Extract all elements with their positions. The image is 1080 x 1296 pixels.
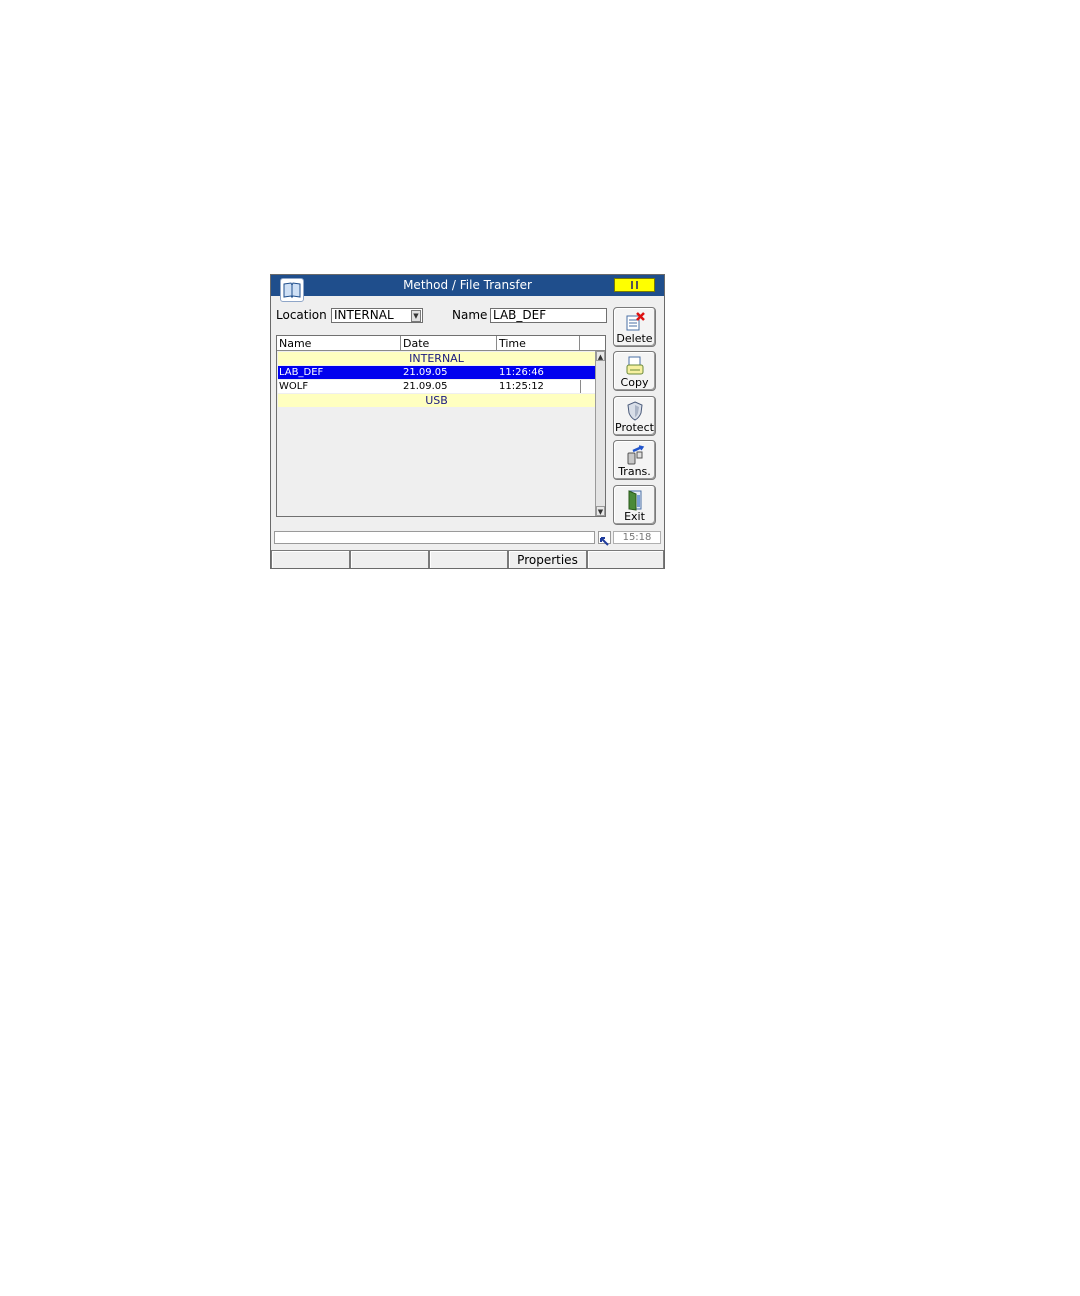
softkey-1[interactable] — [271, 550, 350, 568]
pen-icon[interactable] — [598, 531, 611, 546]
location-label: Location — [276, 308, 327, 322]
softkey-5[interactable] — [587, 550, 664, 568]
scroll-down-icon[interactable]: ▼ — [596, 506, 605, 516]
title-bar: Method / File Transfer — [271, 275, 664, 296]
scroll-up-icon[interactable]: ▲ — [596, 351, 605, 361]
vertical-scrollbar[interactable]: ▲ ▼ — [595, 351, 605, 516]
transfer-button[interactable]: Trans. — [613, 440, 656, 480]
cell-name: LAB_DEF — [279, 367, 324, 378]
cell-name: WOLF — [279, 381, 309, 392]
table-row[interactable]: WOLF 21.09.05 11:25:12 — [278, 380, 595, 393]
properties-button[interactable]: Properties — [508, 550, 587, 568]
name-label: Name — [452, 308, 488, 322]
cell-time: 11:26:46 — [499, 367, 544, 378]
protect-label: Protect — [615, 421, 654, 434]
exit-label: Exit — [624, 510, 645, 523]
method-file-transfer-screen: Method / File Transfer Location INTERNAL… — [270, 274, 665, 569]
group-row-usb[interactable]: USB — [278, 394, 595, 407]
protect-button[interactable]: Protect — [613, 396, 656, 436]
column-header-name[interactable]: Name — [277, 336, 401, 350]
cell-time: 11:25:12 — [499, 381, 544, 392]
cell-date: 21.09.05 — [403, 367, 448, 378]
column-divider — [580, 380, 581, 393]
transfer-label: Trans. — [618, 465, 651, 478]
window-title: Method / File Transfer — [403, 278, 532, 292]
copy-button[interactable]: Copy — [613, 351, 656, 391]
transfer-icon — [627, 445, 645, 465]
exit-door-icon — [628, 490, 642, 511]
name-field[interactable]: LAB_DEF — [490, 308, 607, 323]
clock: 15:18 — [613, 531, 661, 544]
chevron-down-icon[interactable]: ▼ — [411, 310, 421, 322]
book-icon[interactable] — [280, 278, 304, 302]
shield-icon — [627, 401, 643, 421]
copy-label: Copy — [620, 376, 649, 389]
copy-icon — [626, 356, 644, 375]
location-select[interactable]: INTERNAL ▼ — [331, 308, 423, 323]
list-header: Name Date Time — [277, 336, 605, 351]
group-row-internal[interactable]: INTERNAL — [278, 352, 595, 365]
status-indicator — [614, 278, 655, 292]
column-header-date[interactable]: Date — [401, 336, 497, 350]
file-list[interactable]: Name Date Time INTERNAL LAB_DEF 21.09.05… — [276, 335, 606, 517]
name-value: LAB_DEF — [493, 308, 547, 322]
table-row[interactable]: LAB_DEF 21.09.05 11:26:46 — [278, 366, 595, 379]
exit-button[interactable]: Exit — [613, 485, 656, 525]
column-header-time[interactable]: Time — [497, 336, 580, 350]
message-bar — [274, 531, 595, 544]
location-value: INTERNAL — [334, 308, 394, 322]
delete-icon — [626, 312, 645, 331]
softkey-3[interactable] — [429, 550, 508, 568]
delete-button[interactable]: Delete — [613, 307, 656, 347]
delete-label: Delete — [616, 332, 653, 345]
softkey-2[interactable] — [350, 550, 429, 568]
cell-date: 21.09.05 — [403, 381, 448, 392]
